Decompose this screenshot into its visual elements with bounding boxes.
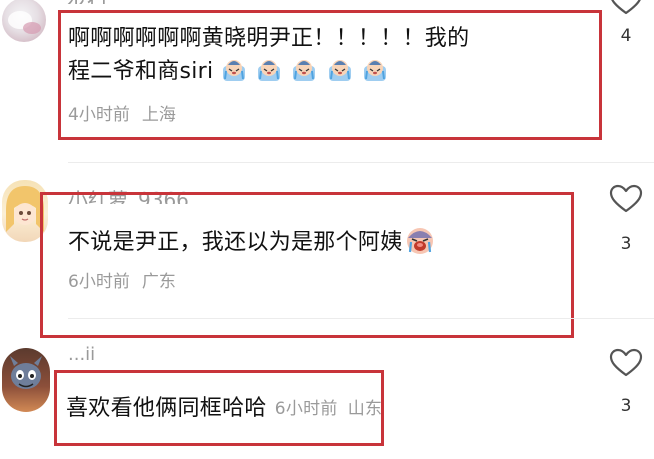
comment-username[interactable]: 步行 <box>65 0 125 4</box>
avatar[interactable] <box>2 0 46 42</box>
comment-location: 山东 <box>347 399 383 419</box>
comment-text: 不说是尹正，我还以为是那个阿姨 <box>68 226 548 259</box>
crying-face-icon <box>406 228 433 254</box>
comment-meta: 4小时前 上海 <box>68 100 176 125</box>
crying-face-icon <box>258 60 281 81</box>
crying-face-icon <box>293 60 316 81</box>
heart-icon <box>609 184 643 213</box>
like-button[interactable]: 3 <box>606 184 646 254</box>
like-count: 3 <box>620 234 632 254</box>
comment-time: 6小时前 <box>274 399 338 419</box>
like-button[interactable]: 3 <box>606 348 646 416</box>
divider <box>68 318 654 319</box>
heart-icon <box>609 348 643 377</box>
highlight-box <box>40 192 574 338</box>
comment-text-line-2: 程二爷和商siri <box>68 55 588 88</box>
heart-icon <box>611 0 641 15</box>
comment-item-2: 小红萝_9366 不说是尹正，我还以为是那个阿姨 6小时前 广东 3 <box>0 170 654 340</box>
comment-text: 啊啊啊啊啊啊黄晓明尹正！！！！！我的 程二爷和商siri <box>68 22 588 88</box>
like-button[interactable]: 4 <box>606 0 646 46</box>
avatar-image <box>8 11 41 34</box>
comment-text-body: 喜欢看他俩同框哈哈 <box>66 396 267 421</box>
comment-meta: 6小时前 山东 <box>275 399 383 419</box>
comment-location: 广东 <box>141 272 176 292</box>
crying-face-emoji-group <box>213 59 389 84</box>
comment-username[interactable]: 小红萝_9366 <box>68 184 218 204</box>
comment-time: 4小时前 <box>68 105 130 125</box>
like-count: 4 <box>620 26 632 46</box>
comment-username[interactable]: ...ji <box>68 344 208 360</box>
crying-face-icon <box>363 60 386 81</box>
avatar[interactable] <box>2 180 48 242</box>
avatar-image <box>6 186 44 232</box>
comment-time: 6小时前 <box>68 272 130 292</box>
avatar[interactable] <box>2 348 50 412</box>
comment-text: 喜欢看他俩同框哈哈 6小时前 山东 <box>66 392 486 426</box>
comment-item-3: ...ji 喜欢看他俩同框哈哈 6小时前 山东 3 <box>0 340 654 459</box>
divider <box>68 162 654 163</box>
comment-text-line-2-text: 程二爷和商siri <box>68 59 214 84</box>
comment-item-1: 步行 啊啊啊啊啊啊黄晓明尹正！！！！！我的 程二爷和商siri 4小时前上海 4 <box>0 0 654 150</box>
comment-text-body: 不说是尹正，我还以为是那个阿姨 <box>68 230 403 255</box>
like-count: 3 <box>620 396 632 416</box>
avatar-image <box>10 356 42 389</box>
crying-face-icon <box>222 60 245 81</box>
comment-text-line-1: 啊啊啊啊啊啊黄晓明尹正！！！！！我的 <box>68 26 470 51</box>
comment-meta: 6小时前 广东 <box>68 267 176 292</box>
comment-location: 上海 <box>141 105 176 125</box>
crying-face-icon <box>328 60 351 81</box>
